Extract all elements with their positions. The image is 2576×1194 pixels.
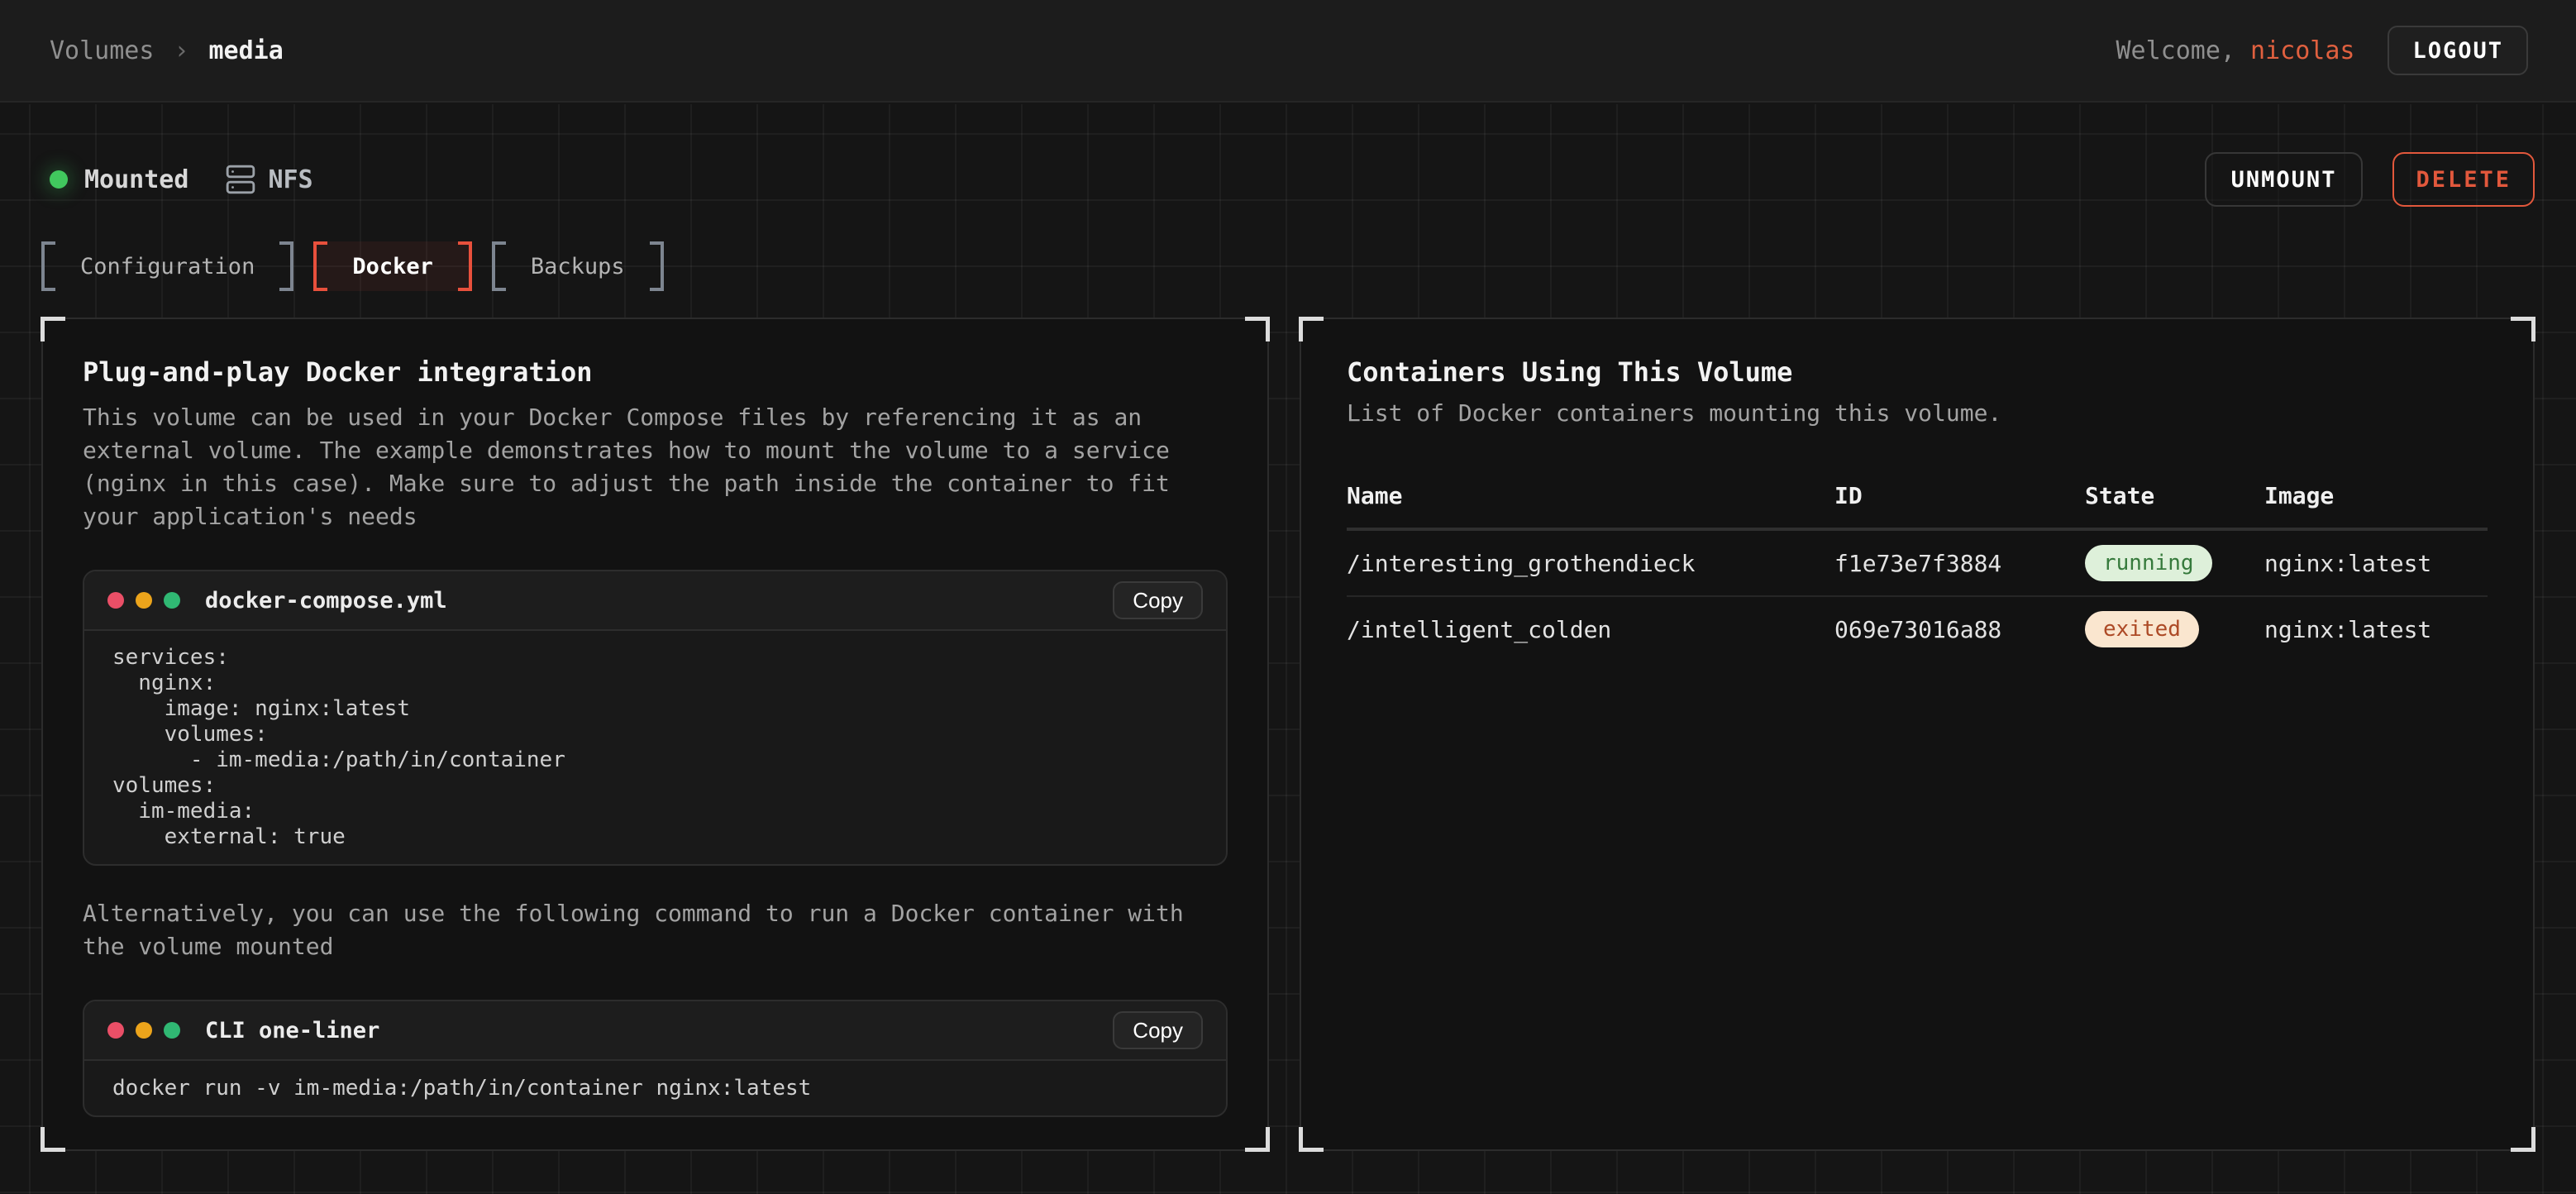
- delete-button[interactable]: DELETE: [2392, 152, 2535, 207]
- cli-code-block: CLI one-liner Copy docker run -v im-medi…: [83, 1000, 1228, 1117]
- bracket-left-icon: [492, 241, 506, 291]
- bracket-left-icon: [313, 241, 327, 291]
- corner-bracket-icon: [41, 317, 65, 341]
- containers-panel-subtitle: List of Docker containers mounting this …: [1347, 399, 2488, 427]
- traffic-red-icon: [107, 592, 124, 609]
- bracket-right-icon: [458, 241, 472, 291]
- bracket-left-icon: [41, 241, 55, 291]
- panels: Plug-and-play Docker integration This vo…: [41, 318, 2535, 1151]
- containers-panel: Containers Using This Volume List of Doc…: [1300, 318, 2535, 1151]
- topbar: Volumes › media Welcome, nicolas LOGOUT: [0, 0, 2576, 103]
- column-header-name: Name: [1347, 482, 1834, 509]
- welcome-text: Welcome, nicolas: [2116, 36, 2354, 65]
- traffic-lights: [107, 1022, 180, 1039]
- welcome-prefix: Welcome,: [2116, 36, 2250, 65]
- breadcrumb-current-volume: media: [209, 36, 284, 65]
- containers-table: Name ID State Image /interesting_grothen…: [1347, 463, 2488, 661]
- corner-bracket-icon: [1299, 1127, 1324, 1152]
- container-id: f1e73e7f3884: [1834, 550, 2085, 577]
- topbar-right: Welcome, nicolas LOGOUT: [2116, 26, 2528, 75]
- column-header-state: State: [2085, 482, 2264, 509]
- username: nicolas: [2250, 36, 2354, 65]
- tab-docker[interactable]: Docker: [313, 241, 472, 291]
- tab-backups[interactable]: Backups: [492, 241, 664, 291]
- filesystem-type-label: NFS: [268, 165, 312, 194]
- tab-label: Docker: [327, 241, 458, 291]
- mount-status-label: Mounted: [84, 165, 188, 194]
- traffic-lights: [107, 592, 180, 609]
- mounted-status-dot: [50, 170, 68, 189]
- docker-integration-panel: Plug-and-play Docker integration This vo…: [41, 318, 1269, 1151]
- copy-compose-button[interactable]: Copy: [1113, 581, 1203, 619]
- table-row: /intelligent_colden 069e73016a88 exited …: [1347, 595, 2488, 661]
- corner-bracket-icon: [2511, 1127, 2535, 1152]
- corner-bracket-icon: [1245, 1127, 1270, 1152]
- status-badge-exited: exited: [2085, 611, 2199, 647]
- docker-panel-description: This volume can be used in your Docker C…: [83, 401, 1228, 533]
- docker-panel-title: Plug-and-play Docker integration: [83, 356, 1228, 388]
- chevron-right-icon: ›: [174, 36, 188, 65]
- container-name: /intelligent_colden: [1347, 616, 1834, 643]
- corner-bracket-icon: [1299, 317, 1324, 341]
- volume-actions: UNMOUNT DELETE: [2205, 152, 2535, 207]
- container-state: running: [2085, 545, 2264, 581]
- traffic-red-icon: [107, 1022, 124, 1039]
- volume-status-row: Mounted NFS UNMOUNT DELETE: [41, 152, 2535, 207]
- logout-button[interactable]: LOGOUT: [2388, 26, 2528, 75]
- cli-intro-text: Alternatively, you can use the following…: [83, 897, 1228, 963]
- volume-status: Mounted NFS: [41, 164, 313, 195]
- status-badge-running: running: [2085, 545, 2212, 581]
- container-image: nginx:latest: [2264, 550, 2488, 577]
- compose-filename: docker-compose.yml: [205, 588, 447, 614]
- traffic-yellow-icon: [136, 1022, 152, 1039]
- main-content: Mounted NFS UNMOUNT DELETE Configuration: [0, 104, 2576, 1194]
- bracket-right-icon: [650, 241, 664, 291]
- container-image: nginx:latest: [2264, 616, 2488, 643]
- compose-code-block: docker-compose.yml Copy services: nginx:…: [83, 570, 1228, 866]
- cli-code: docker run -v im-media:/path/in/containe…: [84, 1061, 1226, 1115]
- cli-title: CLI one-liner: [205, 1018, 379, 1044]
- compose-code: services: nginx: image: nginx:latest vol…: [84, 631, 1226, 864]
- table-header-row: Name ID State Image: [1347, 463, 2488, 529]
- unmount-button[interactable]: UNMOUNT: [2205, 152, 2364, 207]
- column-header-id: ID: [1834, 482, 2085, 509]
- column-header-image: Image: [2264, 482, 2488, 509]
- table-row: /interesting_grothendieck f1e73e7f3884 r…: [1347, 529, 2488, 595]
- container-name: /interesting_grothendieck: [1347, 550, 1834, 577]
- container-id: 069e73016a88: [1834, 616, 2085, 643]
- tab-label: Configuration: [55, 241, 279, 291]
- tab-bar: Configuration Docker Backups: [41, 241, 2535, 291]
- server-icon: [225, 164, 256, 195]
- bracket-right-icon: [279, 241, 293, 291]
- breadcrumb-volumes[interactable]: Volumes: [50, 36, 154, 65]
- container-state: exited: [2085, 611, 2264, 647]
- corner-bracket-icon: [2511, 317, 2535, 341]
- cli-code-header: CLI one-liner Copy: [84, 1001, 1226, 1061]
- compose-code-header: docker-compose.yml Copy: [84, 571, 1226, 631]
- corner-bracket-icon: [41, 1127, 65, 1152]
- breadcrumb: Volumes › media: [50, 36, 284, 65]
- tab-label: Backups: [506, 241, 650, 291]
- tab-configuration[interactable]: Configuration: [41, 241, 293, 291]
- containers-panel-title: Containers Using This Volume: [1347, 356, 2488, 388]
- corner-bracket-icon: [1245, 317, 1270, 341]
- traffic-green-icon: [164, 1022, 180, 1039]
- traffic-green-icon: [164, 592, 180, 609]
- traffic-yellow-icon: [136, 592, 152, 609]
- copy-cli-button[interactable]: Copy: [1113, 1011, 1203, 1049]
